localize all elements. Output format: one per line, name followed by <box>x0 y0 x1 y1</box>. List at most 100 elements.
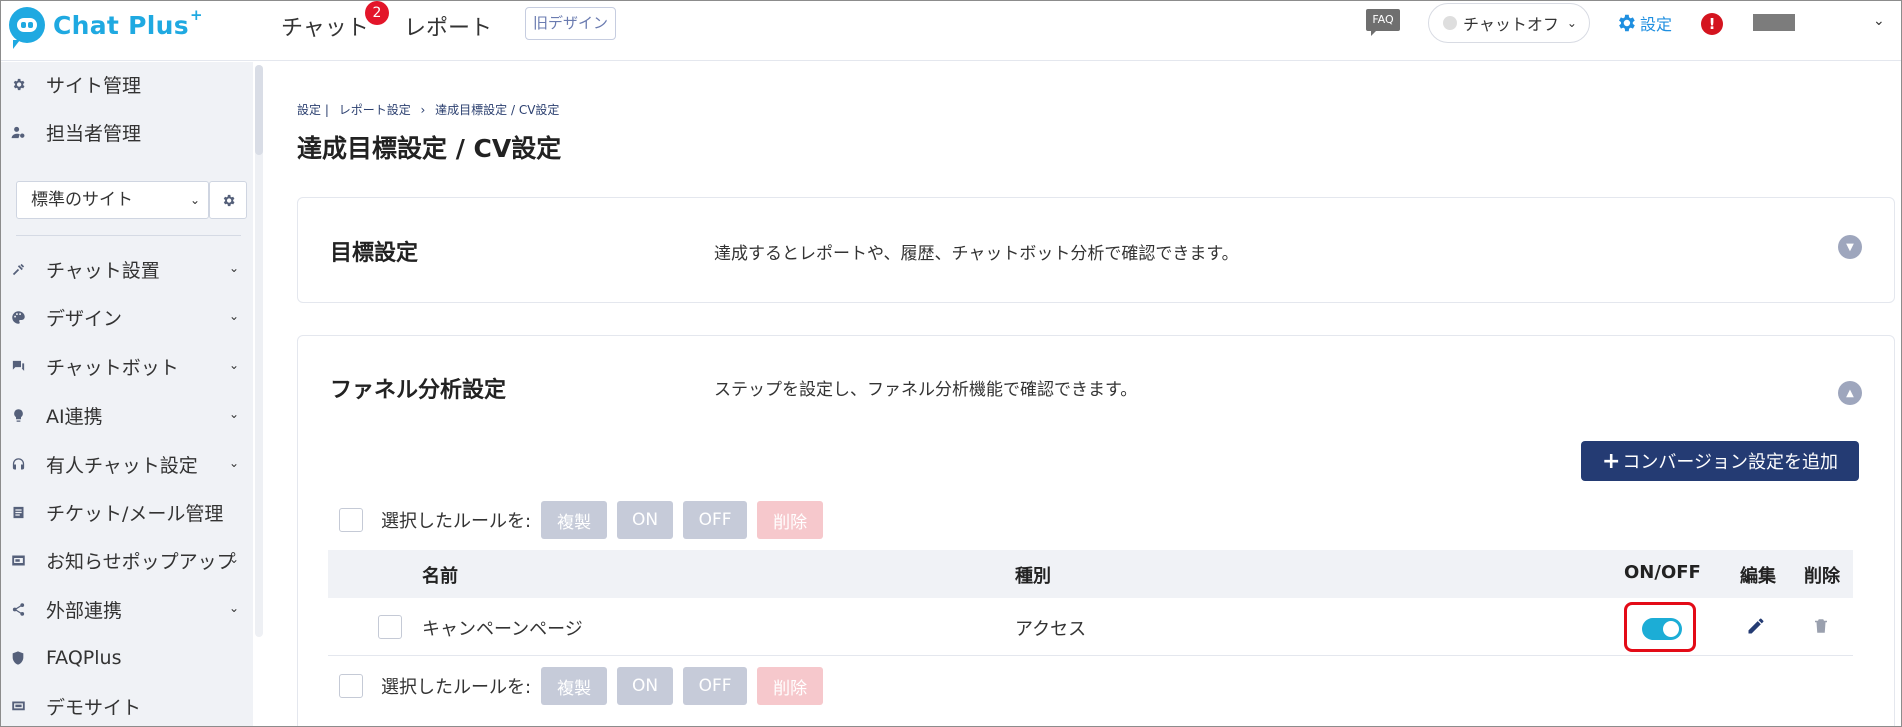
add-conversion-button[interactable]: + コンバージョン設定を追加 <box>1581 441 1859 481</box>
breadcrumb-report-settings[interactable]: レポート設定 <box>339 103 411 117</box>
row-checkbox[interactable] <box>378 615 402 639</box>
chat-plus-logo-icon <box>9 7 45 49</box>
sidebar-item-label: 担当者管理 <box>46 122 142 145</box>
sidebar-item-label: FAQPlus <box>46 647 122 669</box>
site-select-value: 標準のサイト <box>31 190 133 210</box>
settings-link[interactable]: 設定 <box>1615 11 1672 35</box>
sidebar-item-external[interactable]: 外部連携 ⌄ <box>1 589 253 629</box>
rules-table-header: 名前 種別 ON/OFF 編集 削除 <box>328 550 1853 598</box>
user-name-redacted[interactable] <box>1753 14 1795 31</box>
headset-icon <box>10 456 26 472</box>
ticket-icon <box>10 504 26 520</box>
bulb-icon <box>10 407 26 423</box>
sidebar-item-label: 有人チャット設定 <box>46 454 198 477</box>
bulk-off-button[interactable]: OFF <box>683 667 748 705</box>
alert-icon[interactable]: ! <box>1701 13 1723 35</box>
sidebar-item-label: チケット/メール管理 <box>46 502 224 525</box>
gear-icon <box>223 194 234 206</box>
breadcrumb-current: 達成目標設定 / CV設定 <box>435 103 560 117</box>
row-onoff-toggle[interactable] <box>1642 618 1682 640</box>
goal-settings-description: 達成するとレポートや、履歴、チャットボット分析で確認できます。 <box>714 244 1239 264</box>
sidebar-item-label: 外部連携 <box>46 599 123 622</box>
user-settings-icon <box>10 124 26 140</box>
funnel-settings-description: ステップを設定し、ファネル分析機能で確認できます。 <box>714 380 1138 400</box>
expand-chevron-down-icon[interactable]: ▼ <box>1838 235 1862 259</box>
sidebar-item-staff-admin[interactable]: 担当者管理 <box>1 112 253 152</box>
share-icon <box>10 601 26 617</box>
chevron-down-icon: ⌄ <box>1566 16 1577 30</box>
sidebar-item-label: サイト管理 <box>46 74 142 97</box>
header-delete: 削除 <box>1804 566 1840 587</box>
user-menu-chevron-icon[interactable]: ⌄ <box>1873 13 1885 29</box>
pencil-icon[interactable] <box>1746 616 1766 640</box>
site-settings-button[interactable] <box>209 181 247 219</box>
bulk-off-button[interactable]: OFF <box>683 501 748 539</box>
bulk-delete-button[interactable]: 削除 <box>757 501 824 539</box>
header-type: 種別 <box>1015 566 1051 587</box>
sidebar-item-live-chat[interactable]: 有人チャット設定 ⌄ <box>1 444 253 484</box>
sidebar-item-ai[interactable]: AI連携 ⌄ <box>1 395 253 435</box>
goal-settings-card: 目標設定 達成するとレポートや、履歴、チャットボット分析で確認できます。 ▼ <box>297 197 1895 303</box>
chat-plus-logo[interactable]: Chat Plus + <box>9 6 203 49</box>
palette-icon <box>10 309 26 325</box>
collapse-chevron-up-icon[interactable]: ▲ <box>1838 381 1862 405</box>
bulk-copy-button[interactable]: 複製 <box>541 667 608 705</box>
chat-status-select[interactable]: チャットオフ ⌄ <box>1428 3 1590 43</box>
trash-icon[interactable] <box>1812 616 1830 640</box>
chevron-down-icon: ⌄ <box>228 552 239 566</box>
page-title: 達成目標設定 / CV設定 <box>297 134 562 163</box>
bulk-actions-top: 選択したルールを: 複製 ON OFF 削除 <box>339 501 833 539</box>
sidebar-item-label: AI連携 <box>46 405 103 428</box>
popup-icon <box>10 552 26 568</box>
sidebar-item-faqplus[interactable]: FAQPlus <box>1 638 253 678</box>
gear-icon <box>1619 14 1635 32</box>
logo-text: Chat Plus <box>53 10 189 40</box>
logo-plus: + <box>189 6 203 24</box>
top-header: Chat Plus + チャット 2 レポート 旧デザイン FAQ チャットオフ… <box>1 1 1901 61</box>
nav-chat[interactable]: チャット <box>281 10 369 42</box>
tools-icon <box>10 261 26 277</box>
sidebar-item-demo-site[interactable]: デモサイト <box>1 686 253 726</box>
bulk-on-button[interactable]: ON <box>617 667 674 705</box>
sidebar-item-site-admin[interactable]: サイト管理 <box>1 64 253 104</box>
breadcrumb-separator: › <box>420 103 426 117</box>
site-select[interactable]: 標準のサイト ⌄ <box>16 181 209 219</box>
chevron-down-icon: ⌄ <box>228 407 239 421</box>
bulk-label: 選択したルールを: <box>381 511 532 532</box>
old-design-button[interactable]: 旧デザイン <box>525 7 617 40</box>
nav-report[interactable]: レポート <box>404 10 492 42</box>
sidebar-divider <box>16 235 241 236</box>
funnel-settings-title: ファネル分析設定 <box>330 378 507 403</box>
chevron-down-icon: ⌄ <box>228 358 239 372</box>
add-conversion-label: コンバージョン設定を追加 <box>1622 452 1839 473</box>
chevron-down-icon: ⌄ <box>228 309 239 323</box>
sidebar-item-label: お知らせポップアップ <box>46 550 236 573</box>
app-frame: Chat Plus + チャット 2 レポート 旧デザイン FAQ チャットオフ… <box>0 0 1902 727</box>
breadcrumb: 設定 | レポート設定 › 達成目標設定 / CV設定 <box>297 101 565 118</box>
chat-status-label: チャットオフ <box>1463 15 1559 34</box>
chevron-down-icon: ⌄ <box>189 193 200 207</box>
chevron-down-icon: ⌄ <box>228 601 239 615</box>
bulk-delete-button[interactable]: 削除 <box>757 667 824 705</box>
header-edit: 編集 <box>1740 566 1776 587</box>
chat-notification-badge: 2 <box>365 1 389 25</box>
status-dot-icon <box>1443 16 1457 30</box>
select-all-checkbox[interactable] <box>339 508 363 532</box>
select-all-checkbox-bottom[interactable] <box>339 674 363 698</box>
row-type: アクセス <box>1015 619 1087 640</box>
sidebar-item-ticket-mail[interactable]: チケット/メール管理 <box>1 492 253 532</box>
header-onoff: ON/OFF <box>1624 562 1701 583</box>
sidebar-item-label: デザイン <box>46 307 123 330</box>
sidebar-scrollbar[interactable] <box>255 65 263 637</box>
sidebar-item-design[interactable]: デザイン ⌄ <box>1 297 253 337</box>
breadcrumb-settings[interactable]: 設定 | <box>297 103 329 117</box>
sidebar-item-chat-install[interactable]: チャット設置 ⌄ <box>1 249 253 289</box>
faq-shield-icon <box>10 650 26 666</box>
bulk-copy-button[interactable]: 複製 <box>541 501 608 539</box>
bulk-actions-bottom: 選択したルールを: 複製 ON OFF 削除 <box>339 667 833 705</box>
sidebar-item-chatbot[interactable]: チャットボット ⌄ <box>1 346 253 386</box>
bot-chat-icon <box>10 358 26 374</box>
sidebar-item-notice-popup[interactable]: お知らせポップアップ ⌄ <box>1 540 253 580</box>
bulk-on-button[interactable]: ON <box>617 501 674 539</box>
faq-icon[interactable]: FAQ <box>1363 9 1401 39</box>
